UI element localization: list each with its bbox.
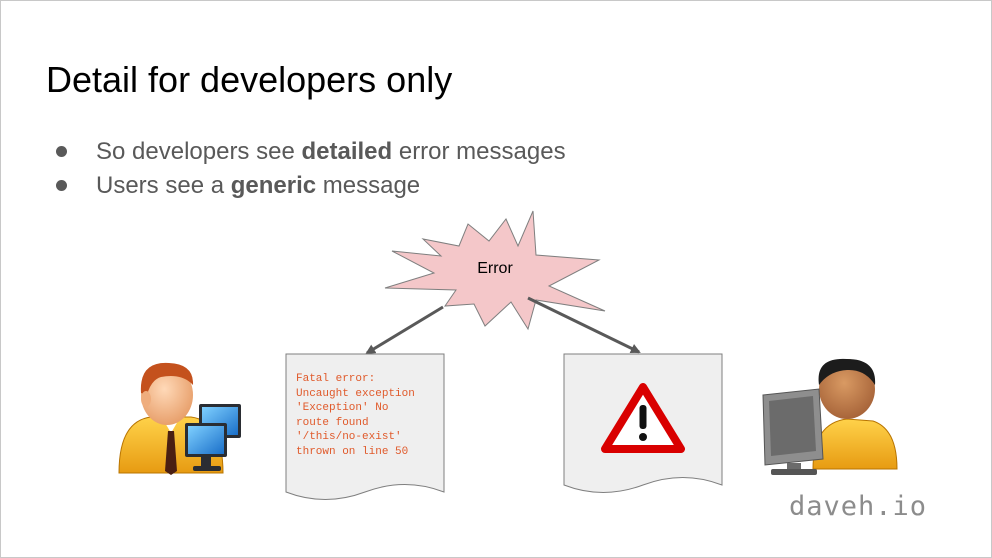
slide: Detail for developers only So developers… xyxy=(0,0,992,558)
arrow-to-developer-doc xyxy=(365,305,444,355)
error-burst-label: Error xyxy=(477,260,513,277)
developer-doc-error-text: Fatal error: Uncaught exception 'Excepti… xyxy=(296,373,415,458)
error-burst: Error xyxy=(384,210,606,331)
developer-at-computer-icon xyxy=(118,362,241,475)
user-at-computer-icon xyxy=(762,358,898,475)
error-flow-diagram: Error xyxy=(118,210,898,500)
brand-watermark: daveh.io xyxy=(789,491,928,522)
